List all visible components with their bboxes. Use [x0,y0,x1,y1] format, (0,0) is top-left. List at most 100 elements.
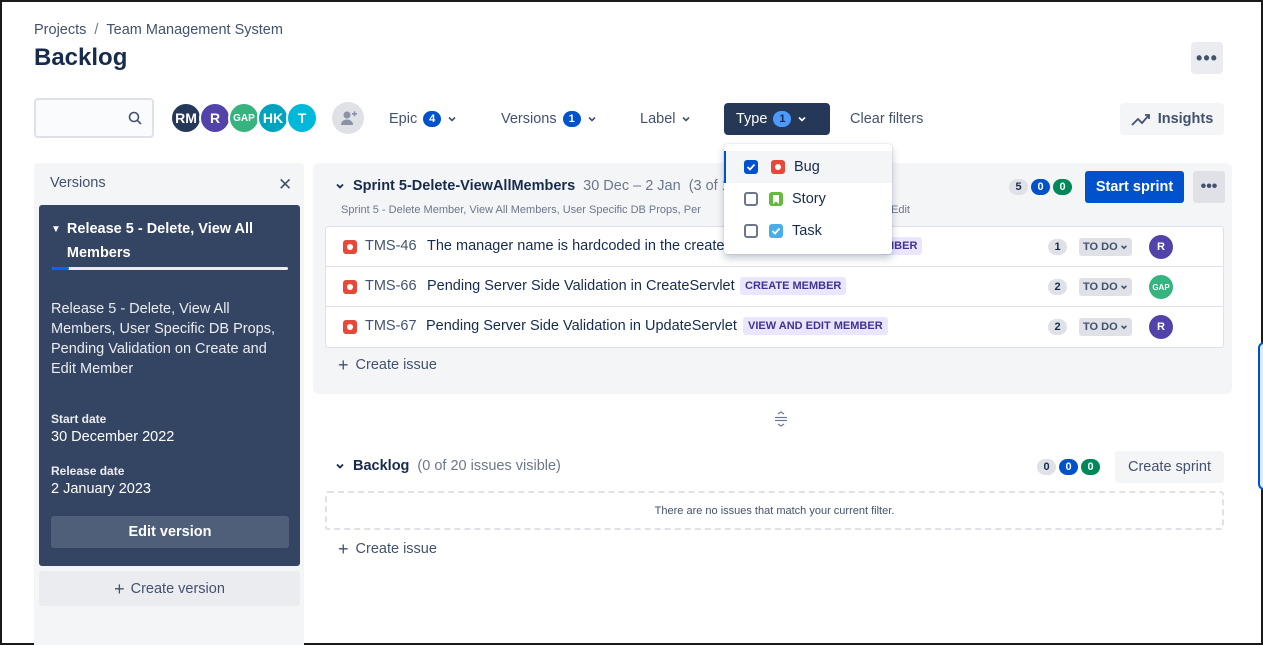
status-label: TO DO [1083,321,1118,333]
bug-icon [343,240,357,254]
label-filter-label: Label [640,111,676,127]
issue-key[interactable]: TMS-67 [365,318,417,334]
plus-icon: + [114,578,125,599]
avatar-r[interactable]: R [199,102,231,134]
release-date-label: Release date [51,464,125,478]
add-person-icon [341,111,357,125]
sprint-goal: Sprint 5 - Delete Member, View All Membe… [341,204,701,216]
issue-row[interactable]: TMS-66 Pending Server Side Validation in… [326,267,1223,307]
status-dropdown[interactable]: TO DO [1079,238,1132,256]
bug-icon [771,160,785,174]
chevron-down-icon: ▼ [51,224,61,235]
release-description: Release 5 - Delete, View All Members, Us… [51,301,276,377]
epic-filter-label: Epic [389,111,418,127]
story-points-badge: 1 [1048,239,1067,255]
chevron-down-icon [682,116,691,122]
story-points-badge: 2 [1048,279,1067,295]
epic-filter-button[interactable]: Epic 4 [379,103,467,135]
chevron-down-icon [588,116,596,122]
type-option-bug[interactable]: Bug [724,151,892,183]
versions-filter-count: 1 [562,111,581,127]
plus-icon: + [338,355,349,375]
start-date-value: 30 December 2022 [51,429,175,445]
chevron-down-icon [1120,285,1127,290]
checkmark-icon [746,163,756,171]
release-card[interactable]: ▼ Release 5 - Delete, View All Members R… [39,205,300,566]
plus-icon: + [338,539,349,559]
insights-label: Insights [1157,111,1214,127]
todo-count: 5 [1009,179,1028,195]
search-icon [128,111,142,125]
insights-icon [1131,114,1150,126]
checkbox[interactable] [744,224,758,238]
checkbox[interactable] [744,192,758,206]
versions-filter-label: Versions [501,111,557,127]
create-sprint-button[interactable]: Create sprint [1115,451,1224,483]
issue-summary: Pending Server Side Validation in Create… [427,278,735,294]
side-panel-tab[interactable] [1258,342,1263,490]
type-option-task[interactable]: Task [724,215,892,247]
type-filter-dropdown: Bug Story Task [724,144,892,254]
close-icon[interactable]: ✕ [278,175,292,195]
story-icon [769,192,783,206]
start-sprint-button[interactable]: Start sprint [1085,171,1184,203]
start-date-label: Start date [51,412,107,426]
avatar-rm[interactable]: RM [170,102,202,134]
create-version-label: Create version [130,580,225,597]
status-dropdown[interactable]: TO DO [1079,278,1132,296]
type-filter-label: Type [736,111,768,127]
type-filter-count: 1 [773,111,792,127]
page-more-actions-button[interactable]: ••• [1191,42,1223,74]
checkbox[interactable] [744,160,758,174]
label-filter-button[interactable]: Label [630,103,701,135]
create-issue-label: Create issue [355,357,437,373]
breadcrumb-project-link[interactable]: Team Management System [106,22,283,38]
issue-key[interactable]: TMS-46 [365,238,417,254]
versions-filter-button[interactable]: Versions 1 [491,103,607,135]
release-progress-bar [52,267,288,270]
resize-handle-icon[interactable] [773,411,789,427]
search-input[interactable] [34,98,154,138]
chevron-down-icon [336,463,344,469]
release-date-value: 2 January 2023 [51,481,151,497]
backlog-header[interactable]: Backlog (0 of 20 issues visible) [335,458,561,474]
todo-count: 0 [1037,459,1056,475]
avatar-gap[interactable]: GAP [228,102,260,134]
type-option-label: Story [792,191,826,207]
sprint-more-actions-button[interactable]: ••• [1193,171,1225,203]
sprint-create-issue-button[interactable]: + Create issue [338,355,437,375]
assignee-avatar[interactable]: R [1149,235,1173,259]
backlog-issue-counts: 0 0 0 [1037,459,1100,475]
add-people-button[interactable] [332,102,364,134]
avatar-hk[interactable]: HK [257,102,289,134]
avatar-t[interactable]: T [286,102,318,134]
create-version-button[interactable]: + Create version [39,571,300,606]
backlog-create-issue-button[interactable]: + Create issue [338,539,437,559]
epic-lozenge: CREATE MEMBER [740,277,847,295]
chevron-down-icon [798,116,807,122]
release-header[interactable]: ▼ Release 5 - Delete, View All Members [51,217,281,265]
backlog-visible-count: (0 of 20 issues visible) [417,458,561,474]
issue-key[interactable]: TMS-66 [365,278,417,294]
type-filter-button[interactable]: Type 1 [724,103,830,135]
assignee-avatar[interactable]: R [1149,315,1173,339]
page-title: Backlog [34,44,128,71]
insights-button[interactable]: Insights [1120,103,1224,135]
status-label: TO DO [1083,281,1118,293]
chevron-down-icon [1120,325,1127,330]
sprint-header[interactable]: Sprint 5-Delete-ViewAllMembers 30 Dec – … [335,178,730,194]
done-count: 0 [1053,179,1072,195]
type-option-story[interactable]: Story [724,183,892,215]
backlog-empty-state: There are no issues that match your curr… [325,491,1224,530]
clear-filters-button[interactable]: Clear filters [840,103,933,135]
issue-summary: The manager name is hardcoded in the cre… [427,238,725,254]
status-dropdown[interactable]: TO DO [1079,318,1132,336]
versions-panel: Versions ✕ ▼ Release 5 - Delete, View Al… [34,163,304,645]
issue-row[interactable]: TMS-67 Pending Server Side Validation in… [326,307,1223,347]
edit-version-button[interactable]: Edit version [51,516,289,548]
in-progress-count: 0 [1031,179,1050,195]
breadcrumb-projects-link[interactable]: Projects [34,22,86,38]
assignee-avatar[interactable]: GAP [1149,275,1173,299]
type-option-label: Task [792,223,822,239]
sprint-issue-counts: 5 0 0 [1009,179,1072,195]
